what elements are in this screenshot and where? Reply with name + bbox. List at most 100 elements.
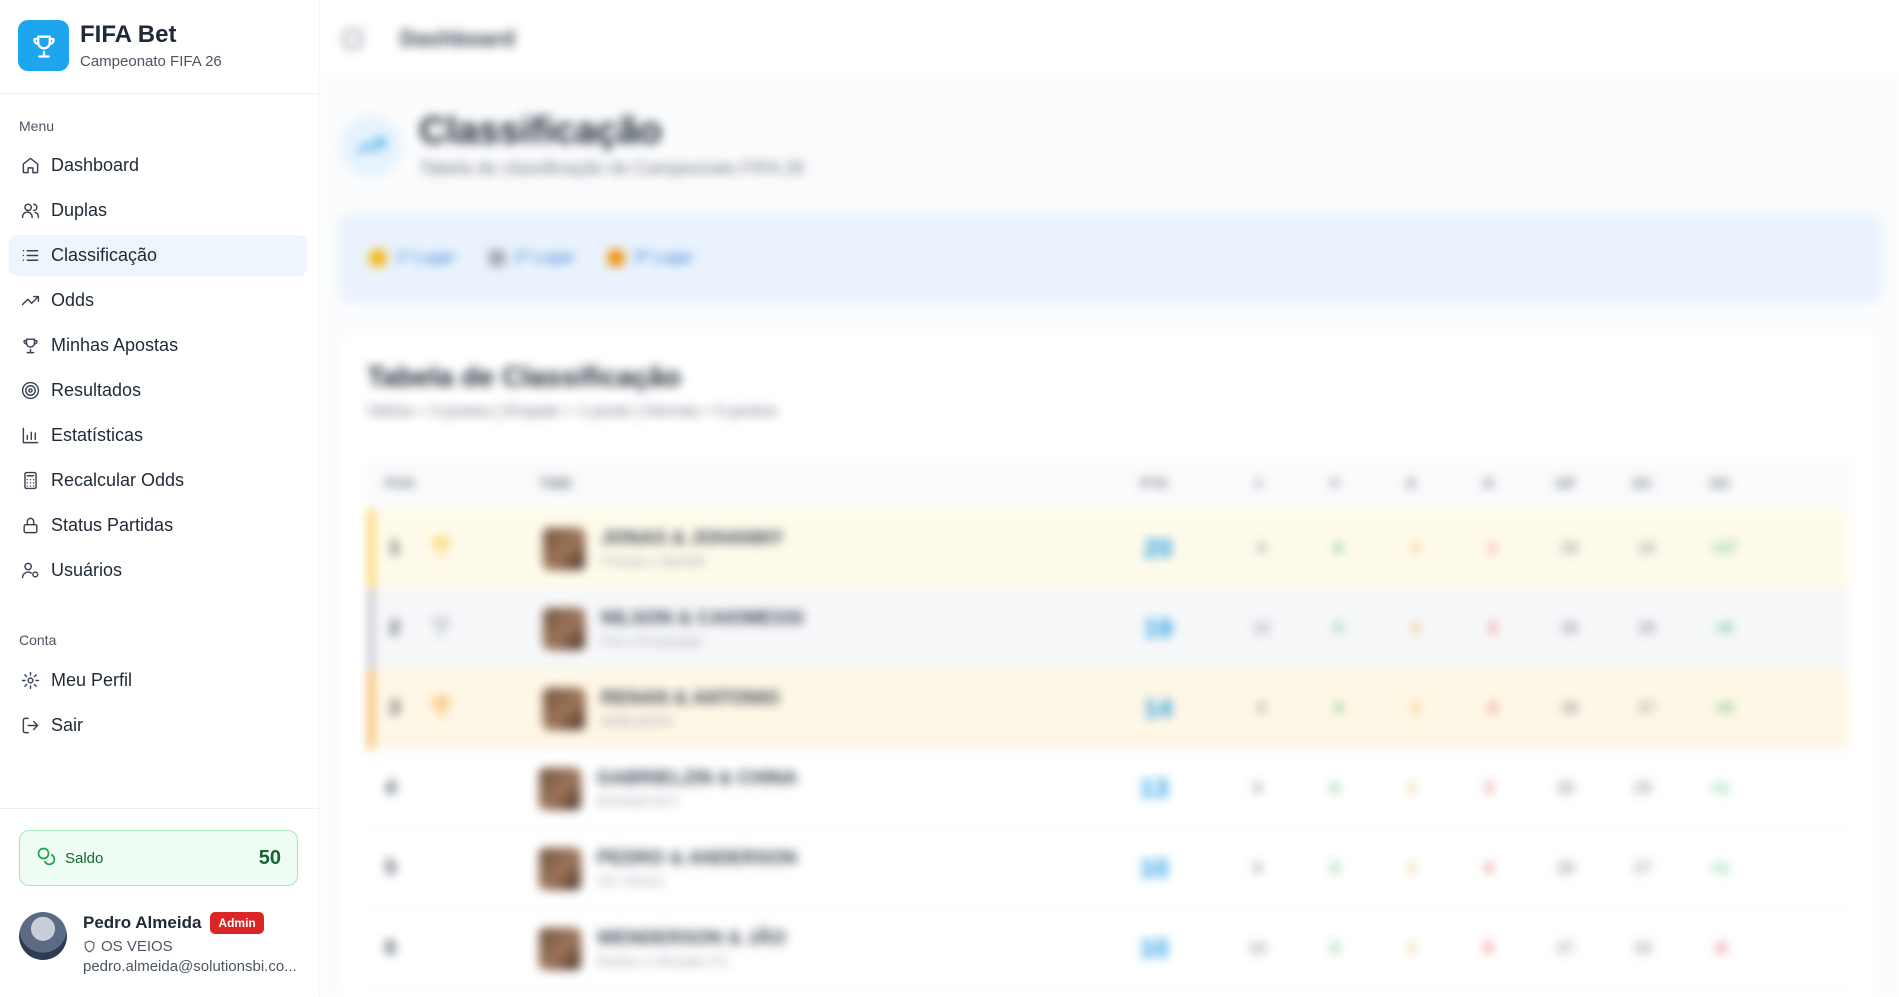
trending-up-icon — [20, 291, 40, 311]
sidebar-toggle-icon[interactable] — [344, 30, 362, 48]
sidebar-item-usuarios[interactable]: Usuários — [9, 550, 307, 591]
table-row[interactable]: 4 GABRIELZIN & CHINA BAINDEOGY 13 8 4 1 3 30 29 +1 — [369, 749, 1849, 829]
sidebar-item-label: Duplas — [51, 200, 108, 220]
brand-subtitle: Campeonato FIFA 26 — [80, 53, 222, 70]
user-team: OS VEIOS — [101, 938, 173, 955]
sidebar-item-estatisticas[interactable]: Estatísticas — [9, 415, 307, 456]
sidebar-item-meu-perfil[interactable]: Meu Perfil — [9, 660, 307, 701]
goals-against: 29 — [1633, 779, 1652, 797]
losses: 3 — [1484, 779, 1493, 797]
games: 10 — [1248, 939, 1267, 957]
sidebar-item-sair[interactable]: Sair — [9, 705, 307, 746]
goals-for: 36 — [1560, 699, 1579, 717]
goals-against: 16 — [1637, 539, 1656, 557]
avatar — [19, 912, 67, 960]
team-name: PEDRO & ANDERSON — [597, 848, 797, 869]
table-row[interactable]: 1 JONAS & JOHANNY Prompt e Bet365 20 9 6 2 1 33 1… — [369, 509, 1849, 589]
points: 10 — [1139, 933, 1169, 963]
position: 3 — [389, 697, 401, 719]
sidebar-item-duplas[interactable]: Duplas — [9, 190, 307, 231]
divider — [0, 93, 320, 94]
team-avatar — [539, 847, 581, 890]
sidebar-item-label: Recalcular Odds — [51, 470, 185, 490]
col-sg: SG — [1709, 475, 1730, 491]
logout-icon — [20, 716, 40, 736]
wins: 3 — [1330, 859, 1339, 877]
sidebar-item-dashboard[interactable]: Dashboard — [9, 145, 307, 186]
target-icon — [20, 381, 40, 401]
points: 20 — [1143, 533, 1173, 563]
legend-label: 2º Lugar — [514, 249, 575, 266]
sidebar-item-classificacao[interactable]: Classificação — [9, 235, 307, 276]
main-content: Dashboard Classificação Tabela de classi… — [320, 0, 1899, 997]
topbar: Dashboard — [320, 0, 1899, 78]
main-nav: Dashboard Duplas Classificação Odds Minh… — [9, 145, 307, 595]
legend-label: 3º Lugar — [633, 249, 694, 266]
trophy-logo-icon — [18, 20, 69, 71]
goals-for: 28 — [1556, 859, 1575, 877]
goals-against: 27 — [1633, 859, 1652, 877]
list-icon — [20, 246, 40, 266]
wins: 3 — [1330, 939, 1339, 957]
table-row[interactable]: 6 WENDERSON & JÃO Boteko e Mosaiks FC 10 10 3… — [369, 909, 1849, 989]
team-avatar — [543, 527, 585, 570]
team-name: NILSON & CAIOMESSI — [601, 608, 804, 629]
account-nav: Meu Perfil Sair — [9, 660, 307, 750]
team-subtitle: Pai e Encaixado — [601, 633, 703, 649]
user-name: Pedro Almeida — [83, 913, 202, 932]
sidebar-item-label: Dashboard — [51, 155, 140, 175]
user-profile[interactable]: Pedro Almeida Admin OS VEIOS pedro.almei… — [19, 912, 298, 975]
draws: 2 — [1411, 699, 1420, 717]
sidebar-item-resultados[interactable]: Resultados — [9, 370, 307, 411]
sidebar-item-minhas-apostas[interactable]: Minhas Apostas — [9, 325, 307, 366]
goals-for: 36 — [1560, 619, 1579, 637]
team-name: JONAS & JOHANNY — [601, 528, 784, 549]
standings-title: Tabela de Classificação — [367, 361, 681, 392]
brand[interactable]: FIFA Bet Campeonato FIFA 26 — [18, 20, 222, 71]
goals-against: 27 — [1637, 699, 1656, 717]
saldo-label: Saldo — [65, 849, 104, 867]
standings-subtitle: Vitória = 3 pontos | Empate = 1 ponto | … — [367, 403, 778, 420]
points: 14 — [1143, 693, 1173, 723]
team-subtitle: OS VEIOS — [597, 873, 664, 889]
table-row[interactable]: 5 PEDRO & ANDERSON OS VEIOS 10 8 3 1 4 28 27 +1 — [369, 829, 1849, 909]
goal-difference: -6 — [1712, 939, 1727, 957]
saldo-value: 50 — [258, 846, 281, 869]
home-icon — [20, 156, 40, 176]
col-gp: GP — [1555, 475, 1576, 491]
goal-difference: +17 — [1709, 539, 1738, 557]
sidebar-item-label: Sair — [51, 715, 84, 735]
position: 6 — [385, 937, 397, 959]
team-name: RENAN & ANTONIO — [601, 688, 780, 709]
games: 9 — [1257, 539, 1266, 557]
sidebar-item-odds[interactable]: Odds — [9, 280, 307, 321]
col-time: TIME — [539, 475, 573, 491]
position: 5 — [385, 857, 397, 879]
table-row[interactable]: 3 RENAN & ANTONIO BABUINOS 14 9 4 2 3 36 27 +9 — [369, 669, 1849, 749]
shield-icon — [84, 940, 95, 953]
draws: 4 — [1411, 619, 1420, 637]
sidebar-item-recalcular-odds[interactable]: Recalcular Odds — [9, 460, 307, 501]
bar-chart-icon — [20, 426, 40, 446]
page-title: Classificação — [419, 110, 662, 152]
goals-for: 30 — [1556, 779, 1575, 797]
col-gc: GC — [1632, 475, 1653, 491]
goals-for: 33 — [1560, 539, 1579, 557]
sidebar-item-label: Resultados — [51, 380, 142, 400]
trophy-icon — [430, 535, 452, 563]
coins-icon — [36, 846, 56, 871]
gold-swatch — [370, 250, 386, 266]
losses: 6 — [1484, 939, 1493, 957]
team-avatar — [539, 927, 581, 970]
losses: 1 — [1488, 539, 1497, 557]
divider — [0, 808, 320, 809]
goal-difference: +8 — [1714, 619, 1733, 637]
points: 10 — [1139, 853, 1169, 883]
goal-difference: +9 — [1714, 699, 1733, 717]
goals-against: 28 — [1637, 619, 1656, 637]
draws: 2 — [1411, 539, 1420, 557]
sidebar-item-status-partidas[interactable]: Status Partidas — [9, 505, 307, 546]
sidebar-item-label: Odds — [51, 290, 95, 310]
position: 2 — [389, 617, 401, 639]
table-row[interactable]: 2 NILSON & CAIOMESSI Pai e Encaixado 19 12 5 4… — [369, 589, 1849, 669]
